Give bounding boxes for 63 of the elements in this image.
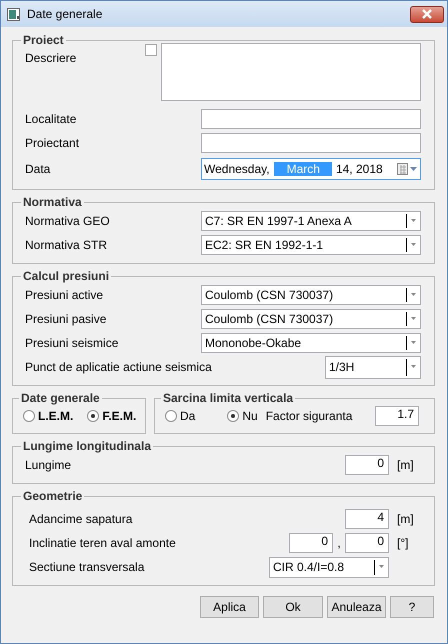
- input-field[interactable]: 0: [345, 533, 389, 553]
- app-icon: [7, 8, 21, 20]
- dialog-button[interactable]: ?: [390, 596, 434, 618]
- dropdown[interactable]: Coulomb (CSN 730037): [201, 309, 421, 329]
- input-field[interactable]: 0: [345, 455, 389, 475]
- input-field[interactable]: [201, 109, 421, 129]
- field-label: Adancime sapatura: [29, 512, 134, 526]
- group-title: Sarcina limita verticala: [162, 391, 294, 405]
- field-label: Inclinatie teren aval amonte: [29, 536, 177, 550]
- field-label: Sectiune transversala: [29, 560, 146, 574]
- close-icon: [421, 9, 433, 19]
- unit-label: [m]: [396, 458, 415, 472]
- input-field[interactable]: [201, 133, 421, 153]
- group-title: Lungime longitudinala: [22, 439, 152, 453]
- calendar-icon: [396, 162, 418, 176]
- input-field[interactable]: 1.7: [375, 406, 419, 426]
- radio-button[interactable]: [165, 410, 177, 422]
- dialog-button[interactable]: Aplica: [200, 596, 259, 618]
- group-title: Geometrie: [22, 489, 84, 503]
- window-title: Date generale: [27, 7, 104, 21]
- field-label: Factor siguranta: [266, 409, 354, 423]
- field-label: Proiectant: [25, 136, 80, 150]
- input-field[interactable]: 0: [289, 533, 333, 553]
- radio-label: Da: [180, 409, 196, 423]
- field-label: Lungime: [25, 458, 72, 472]
- group-title: Proiect: [22, 33, 65, 47]
- date-text: March: [274, 162, 332, 176]
- radio-label: L.E.M.: [38, 409, 74, 423]
- group-title: Normativa: [22, 195, 83, 209]
- close-button[interactable]: [410, 6, 444, 22]
- dropdown[interactable]: Coulomb (CSN 730037): [201, 285, 421, 305]
- field-label: Data: [25, 162, 52, 176]
- group-title: Date generale: [20, 391, 101, 405]
- separator-label: ,: [336, 536, 342, 550]
- date-text: Wednesday,: [204, 162, 270, 176]
- group-title: Calcul presiuni: [22, 269, 110, 283]
- field-label: Punct de aplicatie actiune seismica: [25, 360, 213, 374]
- field-label: Normativa STR: [25, 238, 108, 252]
- dropdown[interactable]: EC2: SR EN 1992-1-1: [201, 235, 421, 255]
- dropdown[interactable]: 1/3H: [325, 356, 421, 378]
- unit-label: [°]: [396, 536, 410, 550]
- field-label: Presiuni active: [25, 288, 104, 302]
- radio-button[interactable]: [23, 410, 35, 422]
- field-label: Presiuni pasive: [25, 312, 108, 326]
- date-picker[interactable]: Wednesday, March 14, 2018: [201, 158, 421, 180]
- dialog-button[interactable]: Anuleaza: [327, 596, 386, 618]
- field-label: Localitate: [25, 112, 78, 126]
- unit-label: [m]: [396, 512, 415, 526]
- input-field[interactable]: 4: [345, 509, 389, 529]
- checkbox[interactable]: [145, 44, 157, 56]
- radio-label: F.E.M.: [102, 409, 136, 423]
- radio-button[interactable]: [87, 410, 100, 422]
- dialog-button[interactable]: Ok: [263, 596, 323, 618]
- field-label: Descriere: [25, 50, 78, 65]
- radio-button[interactable]: [227, 410, 240, 422]
- dropdown[interactable]: C7: SR EN 1997-1 Anexa A: [201, 211, 421, 231]
- field-label: Presiuni seismice: [25, 336, 120, 350]
- dropdown[interactable]: Mononobe-Okabe: [201, 333, 421, 353]
- field-label: Normativa GEO: [25, 214, 111, 228]
- date-text: 14, 2018: [336, 162, 383, 176]
- dropdown[interactable]: CIR 0.4/I=0.8: [269, 556, 389, 578]
- text-area[interactable]: [161, 43, 421, 101]
- radio-label: Nu: [242, 409, 258, 423]
